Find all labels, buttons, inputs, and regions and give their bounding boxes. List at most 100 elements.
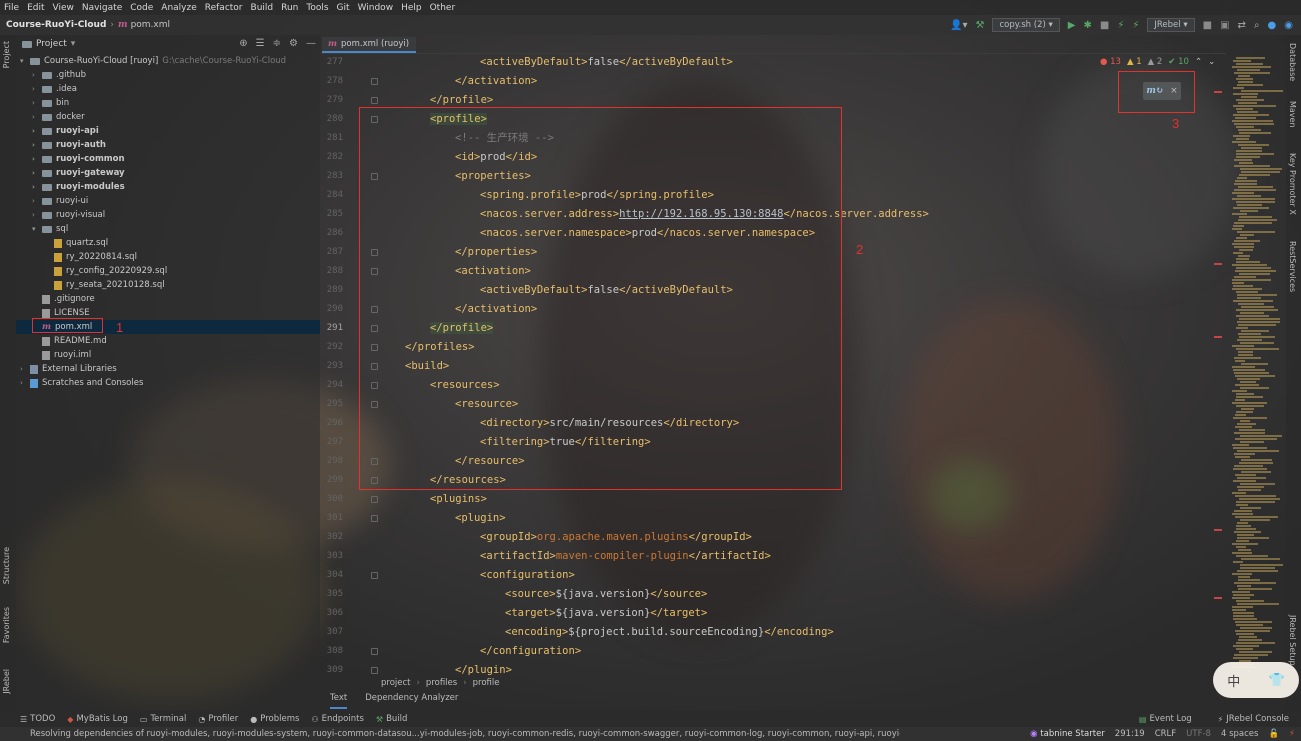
tree-item-github[interactable]: › .github [16, 68, 316, 82]
line-number[interactable]: 286 [323, 224, 343, 243]
chevron-right-icon[interactable]: › [32, 141, 42, 149]
line-number[interactable]: 281 [323, 129, 343, 148]
error-marker[interactable] [1214, 263, 1222, 265]
run-config-select[interactable]: copy.sh (2) ▾ [992, 18, 1060, 32]
chevron-right-icon[interactable]: › [32, 155, 42, 163]
chevron-right-icon[interactable]: › [32, 85, 42, 93]
hide-icon[interactable]: — [306, 38, 316, 49]
line-number[interactable]: 297 [323, 433, 343, 452]
menu-code[interactable]: Code [126, 3, 157, 13]
code-line[interactable]: <source>${java.version}</source> [505, 585, 707, 604]
prev-highlight-icon[interactable]: ⌃ [1195, 57, 1202, 67]
menu-git[interactable]: Git [333, 3, 354, 13]
tabnine-status[interactable]: ◉ tabnine Starter [1030, 729, 1105, 739]
tab-text[interactable]: Text [330, 693, 348, 709]
chevron-right-icon[interactable]: › [32, 211, 42, 219]
errors-count[interactable]: ● 13 [1100, 57, 1121, 67]
chevron-down-icon[interactable]: ▾ [32, 225, 42, 233]
menu-view[interactable]: View [49, 3, 78, 13]
tree-item-scratches-and-consoles[interactable]: › Scratches and Consoles [16, 376, 316, 390]
line-number[interactable]: 309 [323, 661, 343, 680]
line-number[interactable]: 277 [323, 53, 343, 72]
stripe-favorites[interactable]: Favorites [2, 607, 11, 643]
tree-item-ry-config-20220929-sql[interactable]: ry_config_20220929.sql [16, 264, 316, 278]
line-number[interactable]: 301 [323, 509, 343, 528]
run-icon[interactable]: ▶ [1068, 20, 1076, 31]
jrebel-status-icon[interactable]: ⚡ [1289, 729, 1295, 739]
collapse-all-icon[interactable]: ≑ [273, 38, 281, 49]
line-number[interactable]: 295 [323, 395, 343, 414]
expand-all-icon[interactable]: ☰ [256, 38, 265, 49]
jrebel-debug-icon[interactable]: ⚡ [1132, 20, 1139, 31]
menu-edit[interactable]: Edit [23, 3, 48, 13]
chevron-right-icon[interactable]: › [20, 365, 30, 373]
build-hammer-icon[interactable]: ⚒ [976, 20, 985, 31]
menu-help[interactable]: Help [397, 3, 426, 13]
menu-window[interactable]: Window [354, 3, 398, 13]
nav-file-name[interactable]: pom.xml [128, 20, 170, 30]
stripe-structure[interactable]: Structure [2, 547, 11, 584]
ok-count[interactable]: ✔ 10 [1168, 57, 1189, 67]
chevron-down-icon[interactable]: ▾ [71, 39, 76, 49]
tree-item-docker[interactable]: › docker [16, 110, 316, 124]
shirt-icon[interactable]: 👕 [1269, 673, 1285, 688]
ime-widget[interactable]: 中 👕 [1213, 662, 1299, 698]
stripe-jrebel-setup[interactable]: JRebel Setup [1288, 615, 1297, 666]
code-line[interactable]: <groupId>org.apache.maven.plugins</group… [480, 528, 752, 547]
stripe-restservices[interactable]: RestServices [1288, 241, 1297, 292]
tree-item-quartz-sql[interactable]: quartz.sql [16, 236, 316, 250]
line-number[interactable]: 291 [323, 319, 343, 338]
fold-marker-icon[interactable] [371, 97, 378, 104]
locate-icon[interactable]: ⊕ [239, 38, 247, 49]
indent-setting[interactable]: 4 spaces [1221, 729, 1258, 739]
line-number[interactable]: 308 [323, 642, 343, 661]
line-separator[interactable]: CRLF [1155, 729, 1176, 739]
translate-icon[interactable]: ⇄ [1238, 20, 1246, 31]
line-number[interactable]: 285 [323, 205, 343, 224]
jrebel-sync-icon[interactable]: ▣ [1220, 20, 1229, 31]
tool-jrebel-console[interactable]: ⚡ JRebel Console [1212, 714, 1295, 724]
tool-profiler[interactable]: ◔ Profiler [192, 714, 244, 724]
menu-other[interactable]: Other [426, 3, 460, 13]
code-line[interactable]: <configuration> [480, 566, 575, 585]
line-number[interactable]: 307 [323, 623, 343, 642]
error-marker[interactable] [1214, 336, 1222, 338]
jrebel-select[interactable]: JRebel ▾ [1147, 18, 1195, 32]
code-line[interactable]: <activeByDefault>false</activeByDefault> [480, 53, 733, 72]
fold-marker-icon[interactable] [371, 496, 378, 503]
fold-marker-icon[interactable] [371, 648, 378, 655]
menu-run[interactable]: Run [277, 3, 302, 13]
menu-analyze[interactable]: Analyze [157, 3, 200, 13]
line-number[interactable]: 288 [323, 262, 343, 281]
chevron-right-icon[interactable]: › [20, 379, 30, 387]
tool-terminal[interactable]: ▭ Terminal [134, 714, 192, 724]
status-message[interactable]: Resolving dependencies of ruoyi-modules,… [0, 729, 900, 739]
line-number[interactable]: 282 [323, 148, 343, 167]
line-number[interactable]: 284 [323, 186, 343, 205]
tree-item-ruoyi-gateway[interactable]: › ruoyi-gateway [16, 166, 316, 180]
stripe-project[interactable]: Project [2, 41, 11, 68]
tree-item-external-libraries[interactable]: › External Libraries [16, 362, 316, 376]
menu-tools[interactable]: Tools [302, 3, 332, 13]
error-marker[interactable] [1214, 597, 1222, 599]
fold-marker-icon[interactable] [371, 667, 378, 674]
line-number[interactable]: 287 [323, 243, 343, 262]
breadcrumb-profiles[interactable]: profiles [426, 678, 457, 688]
line-number[interactable]: 283 [323, 167, 343, 186]
tree-item-readme-md[interactable]: README.md [16, 334, 316, 348]
tree-item-course-ruoyi-cloud-ruoyi[interactable]: ▾ Course-RuoYi-Cloud [ruoyi] G:\cache\Cour… [16, 54, 316, 68]
line-number[interactable]: 305 [323, 585, 343, 604]
tree-item-ruoyi-modules[interactable]: › ruoyi-modules [16, 180, 316, 194]
tool-todo[interactable]: ☰ TODO [0, 714, 61, 724]
code-line[interactable]: <artifactId>maven-compiler-plugin</artif… [480, 547, 771, 566]
line-number[interactable]: 302 [323, 528, 343, 547]
menu-build[interactable]: Build [247, 3, 278, 13]
tool-event-log[interactable]: ▤ Event Log [1133, 714, 1198, 724]
line-number[interactable]: 278 [323, 72, 343, 91]
chevron-right-icon[interactable]: › [32, 197, 42, 205]
caret-position[interactable]: 291:19 [1115, 729, 1145, 739]
fold-marker-icon[interactable] [371, 515, 378, 522]
next-highlight-icon[interactable]: ⌄ [1208, 57, 1215, 67]
chevron-right-icon[interactable]: › [32, 169, 42, 177]
line-number[interactable]: 279 [323, 91, 343, 110]
